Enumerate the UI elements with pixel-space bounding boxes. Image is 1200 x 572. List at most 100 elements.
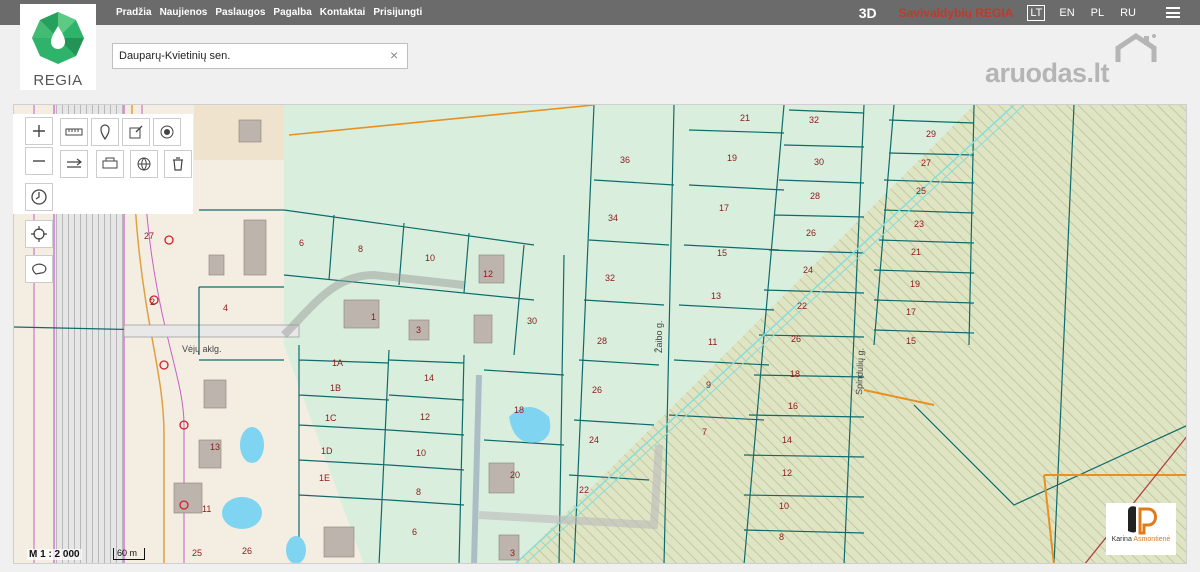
parcel-label: 6 — [299, 238, 304, 248]
zoom-in-button[interactable] — [25, 117, 53, 145]
parcel-label: 21 — [740, 113, 750, 123]
3d-button[interactable]: 3D — [859, 5, 877, 21]
measure-button[interactable] — [60, 118, 88, 146]
parcel-label: 28 — [597, 336, 607, 346]
parcel-label: 1 — [371, 312, 376, 322]
aruodas-logo[interactable]: aruodas.lt — [985, 58, 1110, 89]
parcel-label: 13 — [711, 291, 721, 301]
hamburger-menu-icon[interactable] — [1166, 7, 1180, 18]
parcel-label: 29 — [926, 129, 936, 139]
logo-label: REGIA — [33, 72, 83, 89]
agent-name: Karina Asmontienė — [1106, 536, 1176, 543]
search-input[interactable] — [112, 43, 408, 69]
locate-button[interactable] — [25, 220, 53, 248]
parcel-label: 26 — [791, 334, 801, 344]
lang-en[interactable]: EN — [1057, 6, 1076, 20]
parcel-label: 14 — [424, 373, 434, 383]
parcel-label: 17 — [906, 307, 916, 317]
parcel-label: 19 — [910, 279, 920, 289]
parcel-label: 16 — [788, 401, 798, 411]
print-button[interactable] — [96, 150, 124, 178]
zoom-out-button[interactable] — [25, 147, 53, 175]
area-select-button[interactable] — [25, 255, 53, 283]
parcel-label: 8 — [779, 532, 784, 542]
parcel-label: 24 — [589, 435, 599, 445]
parcel-label: 22 — [579, 485, 589, 495]
parcel-label: 26 — [806, 228, 816, 238]
parcel-label: 20 — [510, 470, 520, 480]
map-pin-icon — [100, 124, 110, 140]
parcel-label: 21 — [911, 247, 921, 257]
parcel-label: 26 — [242, 546, 252, 556]
agent-last-name: Asmontienė — [1133, 536, 1171, 543]
nav-pradzia[interactable]: Pradžia — [116, 7, 152, 18]
parcel-label: 15 — [717, 248, 727, 258]
parcel-label: 11 — [202, 504, 211, 514]
map-scale-bar: 60 m — [113, 548, 145, 560]
main-nav: Pradžia Naujienos Paslaugos Pagalba Kont… — [116, 0, 422, 25]
agent-first-name: Karina — [1111, 536, 1132, 543]
parcel-label: 34 — [608, 213, 618, 223]
parcel-label: 36 — [620, 155, 630, 165]
distance-button[interactable] — [60, 150, 88, 178]
parcel-label: 2 — [150, 297, 155, 307]
parcel-label: 4 — [223, 303, 228, 313]
parcel-label: 12 — [782, 468, 792, 478]
layers-button[interactable] — [130, 150, 158, 178]
plus-icon — [33, 125, 45, 137]
parcel-label: 19 — [727, 153, 737, 163]
aruodas-suffix: .lt — [1086, 58, 1110, 88]
parcel-label: 25 — [192, 548, 202, 558]
parcel-label: 1A — [332, 358, 343, 368]
regia-logo[interactable]: REGIA — [20, 4, 96, 90]
parcel-label: 18 — [790, 369, 800, 379]
parcel-label: 32 — [809, 115, 819, 125]
lang-ru[interactable]: RU — [1118, 6, 1138, 20]
nav-paslaugos[interactable]: Paslaugos — [215, 7, 265, 18]
nav-pagalba[interactable]: Pagalba — [273, 7, 311, 18]
target-button[interactable] — [153, 118, 181, 146]
parcel-label: 1B — [330, 383, 341, 393]
street-label-veju: Vėjų aklg. — [182, 344, 222, 354]
lasso-icon — [32, 263, 47, 275]
edit-icon — [129, 125, 143, 139]
parcel-label: 10 — [416, 448, 426, 458]
delete-button[interactable] — [164, 150, 192, 178]
search-clear-icon[interactable]: × — [390, 47, 398, 63]
parcel-label: 22 — [797, 301, 807, 311]
minus-icon — [33, 160, 45, 162]
regia-logo-icon — [32, 12, 84, 64]
lang-pl[interactable]: PL — [1089, 6, 1106, 20]
clock-icon — [31, 189, 47, 205]
agent-badge[interactable]: Karina Asmontienė — [1106, 503, 1176, 555]
edit-button[interactable] — [122, 118, 150, 146]
parcel-label: 30 — [527, 316, 537, 326]
nav-prisijungti[interactable]: Prisijungti — [373, 7, 422, 18]
nav-kontaktai[interactable]: Kontaktai — [320, 7, 366, 18]
parcel-label: 25 — [916, 186, 926, 196]
parcel-label: 10 — [779, 501, 789, 511]
parcel-label: 1D — [321, 446, 333, 456]
parcel-label: 10 — [425, 253, 435, 263]
crosshair-icon — [31, 226, 47, 242]
street-label-spinduliu: Spindulių g. — [854, 348, 866, 395]
parcel-label: 12 — [483, 269, 493, 279]
parcel-label: 3 — [510, 548, 515, 558]
parcel-label: 32 — [605, 273, 615, 283]
nav-naujienos[interactable]: Naujienos — [160, 7, 208, 18]
parcel-label: 30 — [814, 157, 824, 167]
brand-title[interactable]: Savivaldybių REGIA — [899, 6, 1014, 20]
parcel-label: 1E — [319, 473, 330, 483]
trash-icon — [173, 157, 183, 171]
parcel-label: 27 — [144, 231, 154, 241]
agent-logo-icon — [1128, 506, 1157, 535]
parcel-label: 27 — [921, 158, 931, 168]
ruler-icon — [65, 128, 83, 136]
arrows-horizontal-icon — [67, 158, 82, 168]
pin-button[interactable] — [91, 118, 119, 146]
parcel-label: 26 — [592, 385, 602, 395]
lang-lt[interactable]: LT — [1027, 4, 1046, 21]
parcel-label: 14 — [782, 435, 792, 445]
history-button[interactable] — [25, 183, 53, 211]
parcel-label: 6 — [412, 527, 417, 537]
